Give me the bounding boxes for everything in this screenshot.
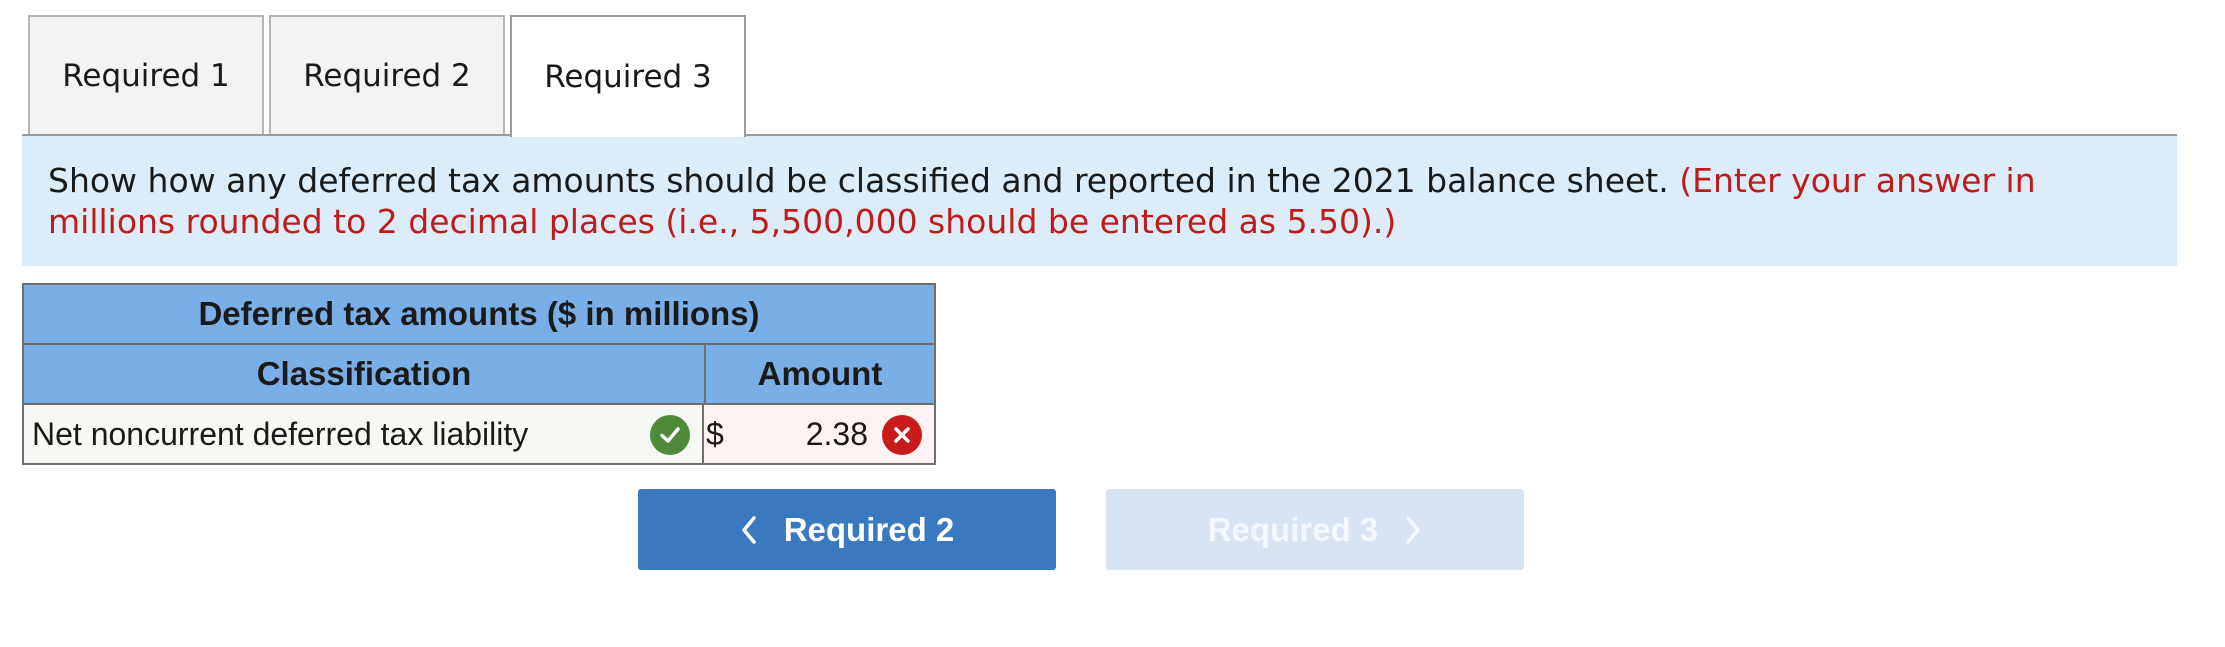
previous-button-label: Required 2 <box>783 510 955 548</box>
classification-value: Net noncurrent deferred tax liability <box>32 415 529 452</box>
next-button-label: Required 3 <box>1207 510 1379 548</box>
deferred-tax-table: Deferred tax amounts ($ in millions) Cla… <box>22 283 936 465</box>
tab-required-3[interactable]: Required 3 <box>510 15 746 137</box>
table-title: Deferred tax amounts ($ in millions) <box>24 285 934 345</box>
column-header-classification: Classification <box>24 345 706 403</box>
chevron-left-icon <box>740 515 758 545</box>
column-header-amount: Amount <box>757 355 883 392</box>
table-row: Net noncurrent deferred tax liability $ … <box>24 405 934 463</box>
amount-value: 2.38 <box>805 415 868 452</box>
correct-check-icon <box>650 415 690 455</box>
amount-cell[interactable]: $ 2.38 <box>704 405 934 463</box>
instruction-box: Show how any deferred tax amounts should… <box>22 136 2177 266</box>
tab-label: Required 3 <box>544 59 712 95</box>
table-header-row: Classification Amount <box>24 345 934 405</box>
tab-required-1[interactable]: Required 1 <box>28 15 264 135</box>
currency-symbol: $ <box>706 415 724 452</box>
tab-label: Required 1 <box>62 58 230 94</box>
previous-required-button[interactable]: Required 2 <box>638 489 1056 570</box>
tab-required-2[interactable]: Required 2 <box>269 15 505 135</box>
chevron-right-icon <box>1404 515 1422 545</box>
tab-label: Required 2 <box>303 58 471 94</box>
instruction-text: Show how any deferred tax amounts should… <box>48 161 1669 200</box>
incorrect-x-icon <box>882 415 922 455</box>
next-required-button[interactable]: Required 3 <box>1106 489 1524 570</box>
classification-cell[interactable]: Net noncurrent deferred tax liability <box>24 405 704 463</box>
